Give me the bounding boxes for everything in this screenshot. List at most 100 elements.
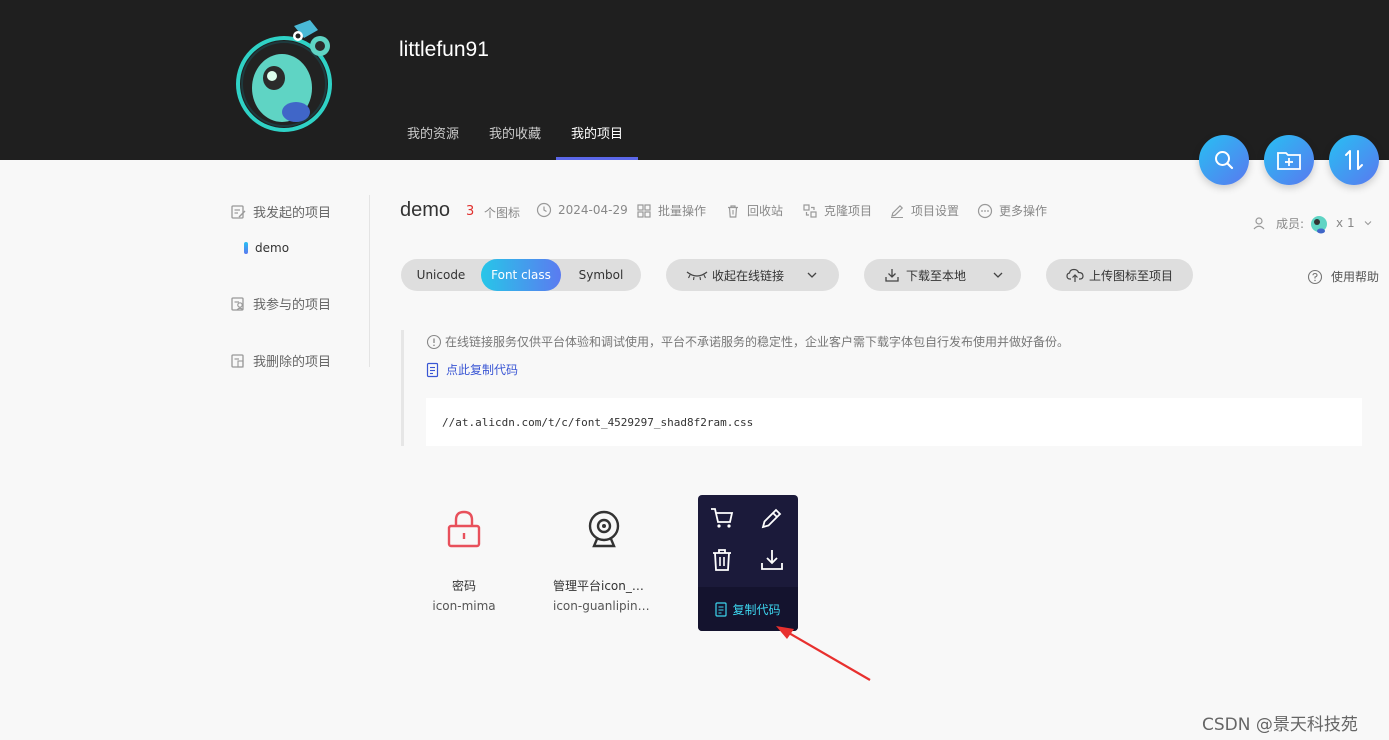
- icon-card[interactable]: 密码 icon-mima: [409, 495, 519, 631]
- sort-button[interactable]: [1329, 135, 1379, 185]
- trash-icon: [728, 204, 738, 218]
- project-sidebar: 我发起的项目 demo 我参与的项目 我删除的项目: [230, 195, 370, 370]
- edit-doc-icon: [231, 204, 246, 219]
- sidebar-item-deleted[interactable]: 我删除的项目: [230, 351, 331, 370]
- new-folder-icon: [1277, 152, 1301, 170]
- delete-doc-icon: [231, 353, 244, 368]
- lock-icon: [447, 510, 481, 548]
- project-date: 2024-04-29: [536, 202, 628, 218]
- sidebar-item-label: 我发起的项目: [253, 206, 332, 221]
- icon-card[interactable]: 管理平台icon_安... icon-guanlipingt...: [549, 495, 659, 631]
- trash-icon: [713, 549, 731, 571]
- icon-preview: [409, 509, 519, 555]
- mode-unicode[interactable]: Unicode: [401, 259, 481, 291]
- icon-name: 密码: [451, 579, 476, 593]
- notice-text: 在线链接服务仅供平台体验和调试使用，平台不承诺服务的稳定性，企业客户需下载字体包…: [445, 335, 1070, 349]
- annotation-arrow: [776, 626, 871, 681]
- download-local-button[interactable]: 下载至本地: [864, 259, 1021, 291]
- webcam-icon: [588, 510, 620, 548]
- collapse-link-label: 收起在线链接: [712, 268, 785, 283]
- online-link-panel: 在线链接服务仅供平台体验和调试使用，平台不承诺服务的稳定性，企业客户需下载字体包…: [401, 330, 1362, 446]
- icon-count: 3: [466, 204, 475, 219]
- project-settings-button[interactable]: 项目设置: [889, 202, 959, 219]
- icon-code: icon-mima: [432, 599, 496, 613]
- collapse-link-button[interactable]: 收起在线链接: [666, 259, 839, 291]
- sidebar-project-label: demo: [255, 241, 290, 255]
- batch-operation-button[interactable]: 批量操作: [636, 202, 706, 219]
- copy-code-label: 点此复制代码: [446, 363, 519, 377]
- chevron-down-icon: [993, 272, 1003, 278]
- member-avatar: [1311, 216, 1328, 234]
- mode-symbol[interactable]: Symbol: [561, 259, 641, 291]
- eye-closed-icon: [686, 271, 708, 281]
- icon-preview: [549, 509, 659, 555]
- sidebar-item-label: 我参与的项目: [253, 298, 332, 313]
- edit-icon-button[interactable]: [757, 503, 787, 533]
- search-button[interactable]: [1199, 135, 1249, 185]
- members-icon: [1253, 217, 1265, 230]
- mode-font-class[interactable]: Font class: [481, 259, 561, 291]
- tab-my-projects[interactable]: 我的项目: [556, 116, 639, 160]
- members-count: x 1: [1336, 216, 1355, 230]
- project-title: demo: [400, 199, 451, 221]
- tab-my-resources[interactable]: 我的资源: [392, 116, 474, 160]
- user-avatar[interactable]: [234, 16, 340, 134]
- pencil-icon: [891, 204, 904, 218]
- download-local-label: 下载至本地: [906, 268, 967, 283]
- members-label: 成员:: [1276, 216, 1305, 231]
- download-icon: [761, 550, 783, 570]
- grid-icon: [637, 203, 651, 218]
- tab-my-favorites[interactable]: 我的收藏: [474, 116, 556, 160]
- clone-project-button[interactable]: 克隆项目: [802, 202, 872, 219]
- icon-name: 管理平台icon_安...: [553, 579, 656, 593]
- clone-project-label: 克隆项目: [824, 204, 873, 218]
- code-mode-switch: Unicode Font class Symbol: [401, 259, 641, 291]
- selection-bar: [244, 242, 248, 254]
- notice-message: 在线链接服务仅供平台体验和调试使用，平台不承诺服务的稳定性，企业客户需下载字体包…: [426, 333, 1069, 350]
- download-icon-button[interactable]: [757, 545, 787, 575]
- recycle-bin-button[interactable]: 回收站: [725, 202, 783, 219]
- copy-code-link[interactable]: 点此复制代码: [426, 361, 518, 378]
- new-project-button[interactable]: [1264, 135, 1314, 185]
- edit-icon: [761, 508, 782, 529]
- clone-icon: [803, 203, 817, 218]
- sidebar-item-label: 我删除的项目: [253, 355, 332, 370]
- sidebar-project-demo[interactable]: demo: [244, 241, 289, 255]
- download-icon: [885, 269, 899, 282]
- cloud-upload-icon: [1066, 268, 1084, 282]
- warning-icon: [426, 334, 442, 349]
- profile-header: littlefun91 我的资源 我的收藏 我的项目: [0, 0, 1389, 160]
- cart-icon: [711, 508, 734, 528]
- help-link[interactable]: 使用帮助: [1307, 268, 1379, 285]
- sidebar-item-joined[interactable]: 我参与的项目: [230, 294, 331, 313]
- chevron-down-icon: [1364, 221, 1371, 226]
- help-label: 使用帮助: [1331, 270, 1380, 284]
- copy-doc-icon: [715, 601, 728, 617]
- more-actions-button[interactable]: 更多操作: [977, 202, 1047, 219]
- watermark: CSDN @景天科技苑: [1202, 715, 1358, 735]
- add-to-cart-button[interactable]: [707, 503, 737, 533]
- clock-icon: [536, 202, 552, 218]
- copy-icon-code-label: 复制代码: [732, 602, 781, 617]
- profile-tabs: 我的资源 我的收藏 我的项目: [392, 116, 639, 160]
- copy-doc-icon: [426, 362, 439, 377]
- delete-icon-button[interactable]: [707, 545, 737, 575]
- upload-icon-button[interactable]: 上传图标至项目: [1046, 259, 1193, 291]
- username: littlefun91: [399, 38, 489, 61]
- recycle-bin-label: 回收站: [747, 204, 784, 218]
- project-settings-label: 项目设置: [911, 204, 960, 218]
- css-link-code[interactable]: //at.alicdn.com/t/c/font_4529297_shad8f2…: [426, 398, 1362, 446]
- icon-count-label: 个图标: [484, 206, 521, 220]
- question-icon: [1307, 269, 1323, 284]
- sidebar-item-started[interactable]: 我发起的项目: [230, 202, 331, 221]
- upload-icon-label: 上传图标至项目: [1089, 268, 1174, 283]
- user-doc-icon: [231, 296, 244, 311]
- project-members[interactable]: 成员: x 1: [1252, 212, 1373, 234]
- more-icon: [977, 203, 993, 218]
- search-icon: [1215, 151, 1234, 170]
- batch-operation-label: 批量操作: [658, 204, 707, 218]
- more-actions-label: 更多操作: [999, 204, 1048, 218]
- icon-card-hover-overlay: 复制代码: [698, 495, 798, 631]
- chevron-down-icon: [807, 272, 817, 278]
- project-date-text: 2024-04-29: [558, 203, 628, 217]
